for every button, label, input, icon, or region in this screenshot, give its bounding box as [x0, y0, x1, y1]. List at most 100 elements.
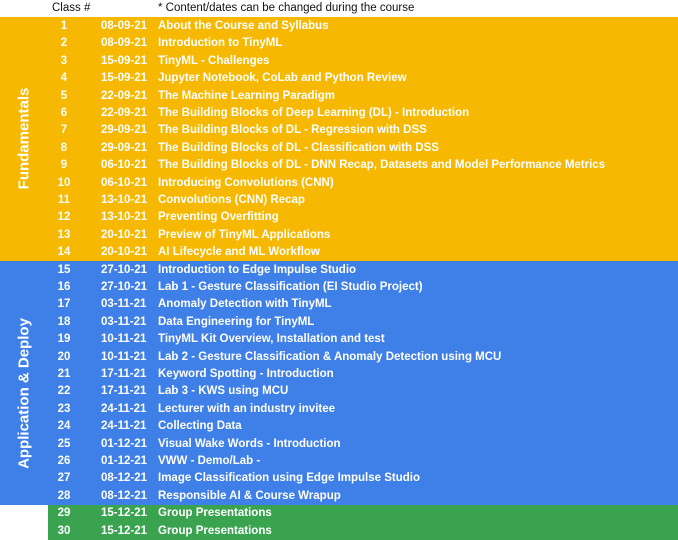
class-date: 15-12-21 [101, 507, 148, 520]
class-date: 08-09-21 [101, 37, 148, 50]
class-row: 21 17-11-21 Keyword Spotting - Introductio… [0, 366, 678, 383]
class-title: Data Engineering for TinyML [158, 315, 315, 328]
class-number: 14 [57, 246, 71, 259]
class-number: 27 [57, 472, 71, 485]
class-number: 19 [57, 333, 71, 346]
class-date: 17-11-21 [101, 385, 147, 398]
class-title: Lab 2 - Gesture Classification & Anomaly… [158, 350, 502, 363]
class-row: 16 27-10-21 Lab 1 - Gesture Classification… [0, 279, 678, 296]
class-title: Group Presentations [158, 524, 272, 537]
class-number: 29 [57, 507, 71, 520]
class-date: 08-12-21 [101, 472, 148, 485]
class-title: Introduction to TinyML [158, 37, 283, 50]
class-row: 23 24-11-21 Lecturer with an industry invi… [0, 401, 678, 418]
class-number: 10 [57, 176, 71, 189]
class-title: Lab 1 - Gesture Classification (EI Studi… [158, 281, 423, 293]
class-number: 21 [57, 368, 71, 380]
class-title: Convolutions (CNN) Recap [158, 194, 305, 206]
class-number: 2 [60, 37, 68, 50]
class-row: 10 06-10-21 Introducing Convolutions (CNN) [0, 175, 678, 192]
class-title: Group Presentations [158, 507, 272, 520]
class-row: 17 03-11-21 Anomaly Detection with TinyML [0, 296, 678, 313]
class-title: Visual Wake Words - Introduction [158, 437, 341, 450]
class-number: 5 [60, 89, 68, 102]
class-title: Introduction to Edge Impulse Studio [158, 263, 357, 276]
class-date: 08-12-21 [101, 489, 148, 502]
class-row: 24 24-11-21 Collecting Data [0, 418, 678, 435]
class-title: Image Classification using Edge Impulse … [158, 472, 420, 485]
class-date: 03-11-21 [101, 315, 147, 328]
class-title: The Building Blocks of DL - DNN Recap, D… [158, 159, 606, 172]
class-date: 10-11-21 [101, 333, 147, 346]
class-row: 9 06-10-21 The Building Blocks of DL - DNN… [0, 157, 678, 174]
class-title: Preventing Overfitting [158, 211, 279, 224]
class-row: 2 08-09-21 Introduction to TinyML [0, 35, 678, 52]
class-row: 3 15-09-21 TinyML - Challenges [0, 53, 678, 70]
class-date: 24-11-21 [101, 420, 147, 433]
class-number: 12 [57, 211, 71, 224]
class-date: 13-10-21 [101, 211, 148, 224]
class-number: 24 [57, 420, 71, 433]
header-row: Class # * Content/dates can be changed d… [0, 0, 678, 17]
class-title: AI Lifecycle and ML Workflow [158, 246, 320, 259]
class-date: 06-10-21 [101, 176, 148, 189]
class-row: 7 29-09-21 The Building Blocks of DL - Reg… [0, 122, 678, 139]
class-row: 26 01-12-21 VWW - Demo/Lab - [0, 453, 678, 470]
class-title: Jupyter Notebook, CoLab and Python Revie… [158, 72, 407, 85]
class-number-header: Class # [52, 2, 91, 14]
class-title: Lab 3 - KWS using MCU [158, 385, 289, 398]
class-row: 29 15-12-21 Group Presentations [0, 505, 678, 522]
class-title: The Building Blocks of Deep Learning (DL… [158, 107, 470, 119]
class-date: 01-12-21 [101, 437, 148, 450]
class-row: 5 22-09-21 The Machine Learning Paradigm [0, 88, 678, 105]
class-number: 13 [57, 228, 71, 241]
class-title: The Building Blocks of DL - Classificati… [158, 141, 439, 154]
class-date: 27-10-21 [101, 281, 148, 293]
class-row: 28 08-12-21 Responsible AI & Course Wrapup [0, 488, 678, 505]
class-date: 29-09-21 [101, 141, 148, 154]
class-number: 20 [57, 350, 71, 363]
class-number: 3 [60, 54, 68, 67]
class-number: 6 [60, 107, 68, 119]
class-row: 15 27-10-21 Introduction to Edge Impulse S… [0, 262, 678, 279]
class-date: 20-10-21 [101, 246, 148, 259]
class-title: Responsible AI & Course Wrapup [158, 489, 341, 502]
class-number: 22 [57, 385, 71, 398]
class-row: 22 17-11-21 Lab 3 - KWS using MCU [0, 383, 678, 400]
class-row: 25 01-12-21 Visual Wake Words - Introducti… [0, 436, 678, 453]
class-title: Lecturer with an industry invitee [158, 402, 336, 415]
class-number: 15 [57, 263, 71, 276]
class-title: TinyML - Challenges [158, 54, 270, 67]
class-row: 27 08-12-21 Image Classification using Edg… [0, 470, 678, 487]
class-number: 1 [60, 20, 68, 32]
class-number: 25 [57, 437, 71, 450]
class-row: 14 20-10-21 AI Lifecycle and ML Workflow [0, 244, 678, 261]
class-row: 18 03-11-21 Data Engineering for TinyML [0, 314, 678, 331]
class-date: 08-09-21 [101, 20, 148, 32]
class-date: 10-11-21 [101, 350, 147, 363]
class-date: 15-09-21 [101, 54, 148, 67]
class-title: Keyword Spotting - Introduction [158, 368, 334, 380]
class-number: 28 [57, 489, 71, 502]
class-title: VWW - Demo/Lab - [158, 455, 261, 467]
class-number: 4 [60, 72, 68, 85]
class-date: 06-10-21 [101, 159, 148, 172]
class-number: 8 [60, 141, 68, 154]
class-title: The Machine Learning Paradigm [158, 89, 336, 102]
class-date: 17-11-21 [101, 368, 147, 380]
class-number: 18 [57, 315, 71, 328]
class-date: 27-10-21 [101, 263, 148, 276]
class-row: 12 13-10-21 Preventing Overfitting [0, 209, 678, 226]
class-title: About the Course and Syllabus [158, 20, 329, 32]
schedule-note: * Content/dates can be changed during th… [158, 2, 415, 14]
class-row: 19 10-11-21 TinyML Kit Overview, Installat… [0, 331, 678, 348]
class-date: 20-10-21 [101, 228, 148, 241]
class-date: 01-12-21 [101, 455, 148, 467]
class-title: TinyML Kit Overview, Installation and te… [158, 333, 385, 346]
class-row: 11 13-10-21 Convolutions (CNN) Recap [0, 192, 678, 209]
class-number: 7 [60, 124, 68, 137]
class-number: 11 [57, 194, 71, 206]
class-number: 17 [57, 298, 71, 311]
class-row: 4 15-09-21 Jupyter Notebook, CoLab and Pyt… [0, 70, 678, 87]
class-number: 30 [57, 524, 71, 537]
